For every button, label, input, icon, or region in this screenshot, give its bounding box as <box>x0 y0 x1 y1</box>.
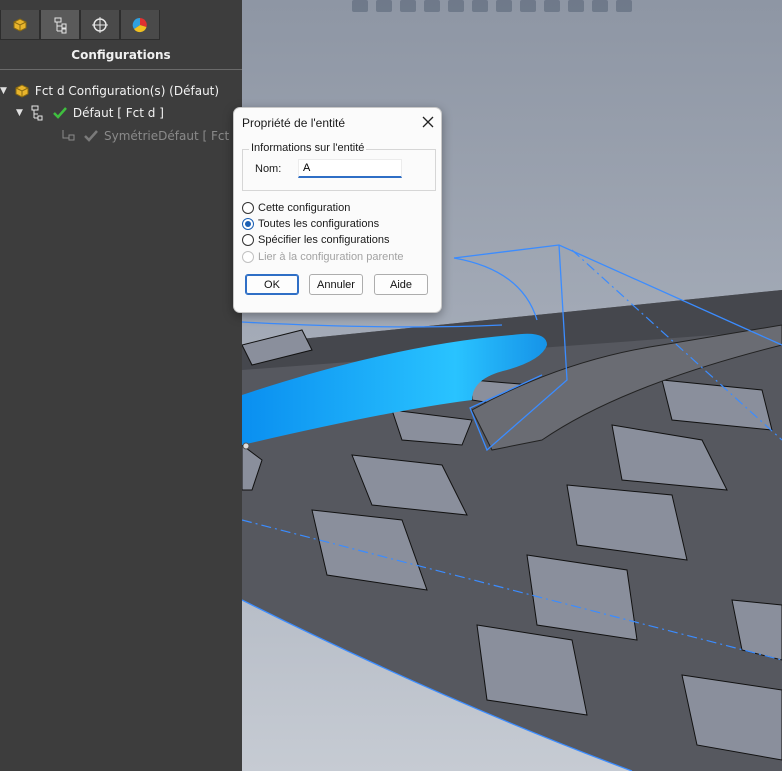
entity-info-group: Informations sur l'entité Nom: <box>242 142 436 191</box>
configuration-manager-icon <box>54 17 67 33</box>
zoom-area-icon[interactable] <box>376 0 392 12</box>
entity-property-dialog: Propriété de l'entité Informations sur l… <box>233 107 442 313</box>
radio-link-parent-configuration: Lier à la configuration parente <box>242 250 404 264</box>
radio-label: Toutes les configurations <box>258 218 380 230</box>
close-icon <box>422 116 434 128</box>
inactive-check-icon <box>82 127 100 145</box>
part-icon <box>13 82 31 100</box>
radio-button[interactable] <box>242 234 254 246</box>
name-label: Nom: <box>255 163 282 175</box>
tab-feature-manager[interactable] <box>0 10 40 40</box>
tree-item-part-configurations[interactable]: ▼ Fct d Configuration(s) (Défaut) <box>0 81 219 101</box>
radio-specify-configurations[interactable]: Spécifier les configurations <box>242 233 389 247</box>
apply-scene-icon[interactable] <box>568 0 584 12</box>
collapse-arrow-icon[interactable]: ▼ <box>16 108 23 118</box>
tab-dimxpert-manager[interactable] <box>80 10 120 40</box>
help-button[interactable]: Aide <box>374 274 428 295</box>
configuration-icon <box>29 104 47 122</box>
radio-button[interactable] <box>242 218 254 230</box>
radio-all-configurations[interactable]: Toutes les configurations <box>242 217 379 231</box>
realview-icon[interactable] <box>616 0 632 12</box>
radio-this-configuration[interactable]: Cette configuration <box>242 201 350 215</box>
panel-tab-bar <box>0 10 242 40</box>
radio-label: Spécifier les configurations <box>258 234 390 246</box>
collapse-arrow-icon[interactable]: ▼ <box>0 86 7 96</box>
tab-configuration-manager[interactable] <box>40 10 80 40</box>
derived-configuration-icon <box>60 127 78 145</box>
dimxpert-icon <box>92 16 108 33</box>
panel-title: Configurations <box>0 46 242 70</box>
name-input[interactable] <box>298 159 402 178</box>
view-settings-icon[interactable] <box>592 0 608 12</box>
display-manager-icon <box>132 17 147 32</box>
radio-button[interactable] <box>242 202 254 214</box>
close-button[interactable] <box>420 114 436 130</box>
dialog-title: Propriété de l'entité <box>242 116 346 130</box>
active-check-icon <box>51 104 69 122</box>
previous-view-icon[interactable] <box>400 0 416 12</box>
feature-manager-icon <box>13 17 27 32</box>
display-style-icon[interactable] <box>496 0 512 12</box>
zoom-to-fit-icon[interactable] <box>352 0 368 12</box>
radio-label: Cette configuration <box>258 202 351 214</box>
ok-button[interactable]: OK <box>245 274 299 295</box>
radio-label: Lier à la configuration parente <box>258 251 404 263</box>
dynamic-annotation-icon[interactable] <box>448 0 464 12</box>
view-toolbar <box>352 0 632 14</box>
view-orientation-icon[interactable] <box>472 0 488 12</box>
radio-button <box>242 251 254 263</box>
tab-display-manager[interactable] <box>120 10 160 40</box>
cancel-button[interactable]: Annuler <box>309 274 363 295</box>
group-title: Informations sur l'entité <box>249 142 367 154</box>
hide-show-icon[interactable] <box>520 0 536 12</box>
tree-item-default-configuration[interactable]: ▼ Défaut [ Fct d ] <box>16 103 164 123</box>
configuration-manager-panel: Configurations ▼ Fct d Configuration(s) … <box>0 0 249 771</box>
tree-item-label: Défaut [ Fct d ] <box>72 106 164 120</box>
tree-item-label: Fct d Configuration(s) (Défaut) <box>34 84 220 98</box>
section-view-icon[interactable] <box>424 0 440 12</box>
edit-appearance-icon[interactable] <box>544 0 560 12</box>
tree-item-label: SymétrieDéfaut [ Fct d ] <box>104 129 250 143</box>
tree-item-derived-configuration[interactable]: SymétrieDéfaut [ Fct d ] <box>60 126 249 146</box>
